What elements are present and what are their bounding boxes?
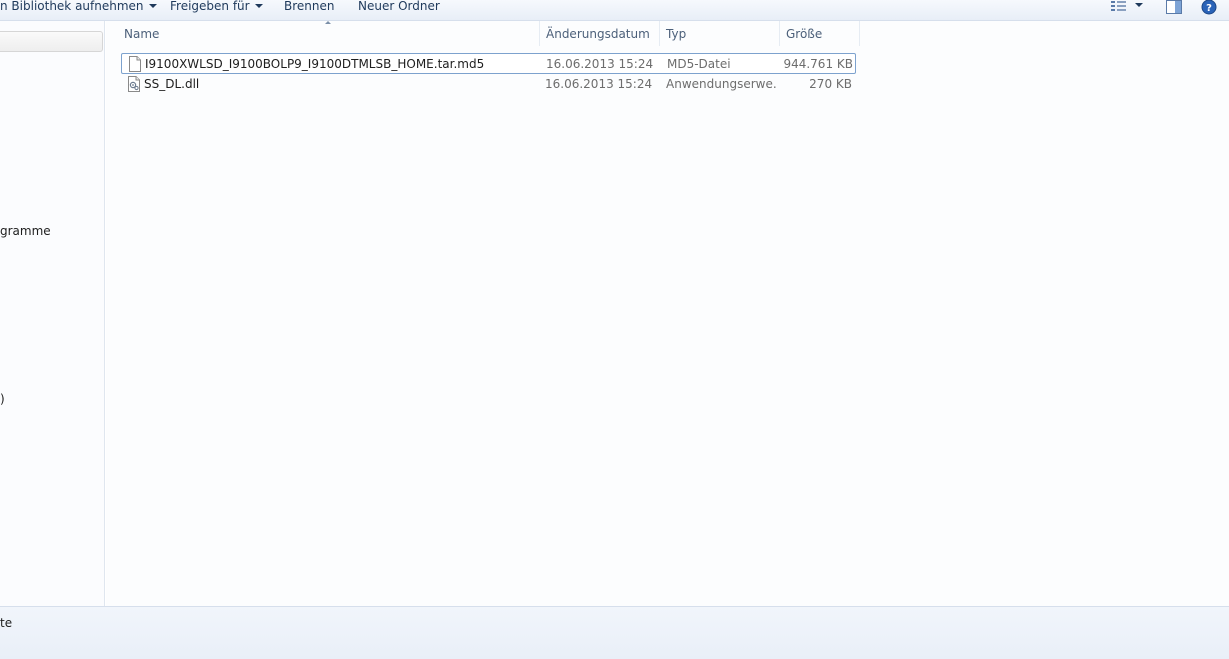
status-text: te [0,616,13,630]
nav-item-drive[interactable]: ) [0,392,5,406]
column-header-date-label: Änderungsdatum [546,27,650,41]
preview-pane-icon [1166,0,1182,14]
file-type: Anwendungserwe... [666,77,776,91]
help-button[interactable]: ? [1201,0,1217,15]
command-bar: n Bibliothek aufnehmen Freigeben für Bre… [0,0,1229,21]
sort-ascending-icon [325,21,331,24]
nav-item-programs[interactable]: gramme [0,224,51,238]
share-with-label: Freigeben für [170,0,250,13]
new-folder-button[interactable]: Neuer Ordner [358,0,440,13]
column-header-name-label: Name [124,27,160,41]
file-row[interactable]: I9100XWLSD_I9100BOLP9_I9100DTMLSB_HOME.t… [121,53,856,74]
help-icon: ? [1201,0,1217,15]
blank-file-icon [129,56,141,72]
column-header-size-label: Größe [786,27,823,41]
details-pane: te [0,606,1229,659]
file-size: 944.761 KB [783,57,853,71]
file-size: 270 KB [809,77,852,91]
column-header-type-label: Typ [666,27,687,41]
new-folder-label: Neuer Ordner [358,0,440,13]
file-row[interactable]: SS_DL.dll 16.06.2013 15:24 Anwendungserw… [121,74,856,95]
file-list-view: Name Änderungsdatum Typ Größe I9100XWLSD… [106,21,1229,606]
chevron-down-icon [1135,3,1143,7]
file-name: SS_DL.dll [144,77,200,91]
dll-file-icon [128,76,140,92]
details-view-icon [1111,1,1126,11]
column-header-date[interactable]: Änderungsdatum [540,21,660,46]
file-date: 16.06.2013 15:24 [546,57,654,71]
column-header-type[interactable]: Typ [660,21,780,46]
file-type: MD5-Datei [667,57,731,71]
file-date: 16.06.2013 15:24 [545,77,653,91]
navigation-pane: gramme ) [0,21,105,606]
svg-text:?: ? [1206,3,1212,14]
chevron-down-icon [148,4,157,8]
file-name: I9100XWLSD_I9100BOLP9_I9100DTMLSB_HOME.t… [145,57,485,71]
column-header-name[interactable]: Name [118,21,540,46]
preview-pane-button[interactable] [1165,0,1183,14]
column-header-size[interactable]: Größe [780,21,860,46]
column-headers: Name Änderungsdatum Typ Größe [106,21,1229,46]
nav-selected-item[interactable] [0,31,103,52]
chevron-down-icon [254,4,263,8]
view-options-button[interactable] [1110,0,1128,14]
share-with-button[interactable]: Freigeben für [170,0,263,13]
include-in-library-label: n Bibliothek aufnehmen [0,0,144,13]
burn-label: Brennen [284,0,335,13]
burn-button[interactable]: Brennen [284,0,334,13]
include-in-library-button[interactable]: n Bibliothek aufnehmen [0,0,157,13]
view-dropdown-button[interactable] [1135,3,1143,7]
